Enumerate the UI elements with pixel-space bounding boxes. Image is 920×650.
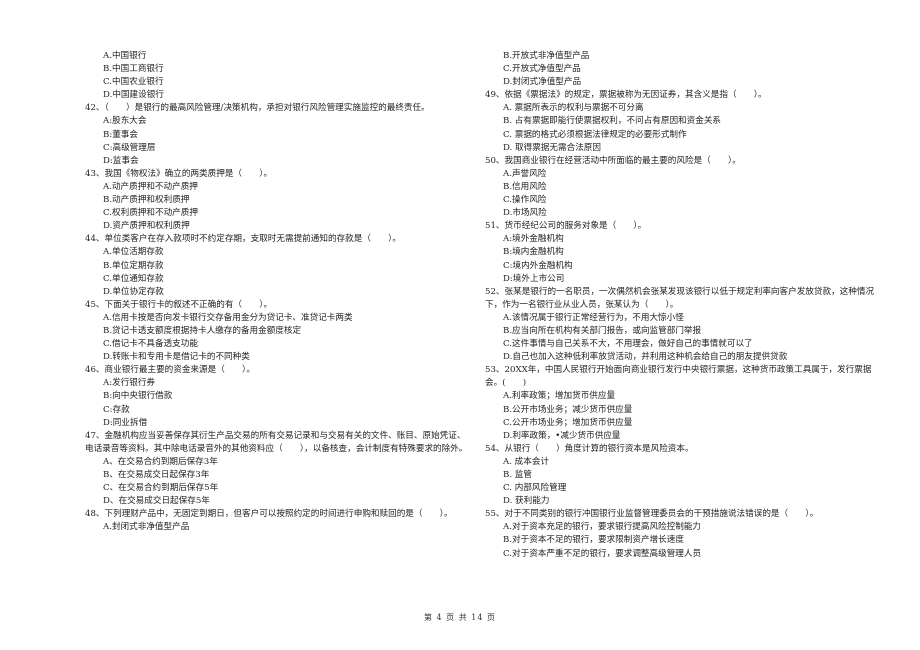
option: D、在交易成交日起保存5年	[103, 496, 210, 507]
option: D.转账卡和专用卡是借记卡的不同种类	[103, 352, 250, 363]
option: A:发行银行券	[103, 378, 156, 389]
option: D.中国建设银行	[103, 90, 164, 101]
option: C:存款	[103, 404, 130, 415]
question-stem: 42、（ ）是银行的最高风险管理/决策机构，承担对银行风险管理实施监控的最终责任…	[85, 103, 430, 114]
option: C.公开市场业务；增加货币供应量	[503, 417, 633, 428]
option: A. 成本会计	[503, 456, 550, 467]
option: D.资产质押和权利质押	[103, 221, 190, 232]
option: B.公开市场业务；减少货币供应量	[503, 404, 633, 415]
question-51: 51、货币经纪公司的服务对象是（ ）。 A:境外金融机构 B:境内金融机构 C:…	[485, 220, 885, 285]
option: C.开放式净值型产品	[503, 64, 581, 75]
question-45: 45、下面关于银行卡的叙述不正确的有（ ）。 A.信用卡按是否向发卡银行交存备用…	[85, 299, 473, 364]
option: C.权利质押和不动产质押	[103, 208, 198, 219]
option: A.信用卡按是否向发卡银行交存备用金分为贷记卡、准贷记卡两类	[103, 312, 353, 323]
option: A.单位活期存款	[103, 247, 164, 258]
option: C、在交易合约到期后保存5年	[103, 483, 219, 494]
question-54: 54、从银行（ ）角度计算的银行资本是风险资本。 A. 成本会计 B. 监管 C…	[485, 443, 885, 508]
question-46: 46、商业银行最主要的资金来源是（ ）。 A:发行银行券 B:向中央银行借款 C…	[85, 364, 473, 429]
question-stem: 47、金融机构应当妥善保存其衍生产品交易的所有交易记录和与交易有关的文件、账目、…	[85, 430, 468, 454]
option: D.封闭式净值型产品	[503, 77, 582, 88]
question-50: 50、我国商业银行在经营活动中所面临的最主要的风险是（ ）。 A.声誉风险 B.…	[485, 155, 885, 220]
option: A.利率政策；增加货币供应量	[503, 391, 616, 402]
option: B.应当向所在机构有关部门报告，或向监管部门举报	[503, 325, 702, 336]
option: B:董事会	[103, 129, 138, 140]
option: D. 取得票据无需合法原因	[503, 142, 601, 153]
question-stem: 50、我国商业银行在经营活动中所面临的最主要的风险是（ ）。	[485, 155, 741, 166]
option: A:境外金融机构	[503, 234, 564, 245]
option: B.开放式非净值型产品	[503, 51, 590, 61]
question-48: 48、下列理财产品中，无固定到期日，但客户可以按照约定的时间进行申购和赎回的是（…	[85, 508, 473, 534]
option: B:境内金融机构	[503, 247, 564, 258]
option: B. 占有票据即能行使票据权利，不问占有原因和资金关系	[503, 116, 722, 127]
option: C.对于资本严重不足的银行，要求调整高级管理人员	[503, 548, 702, 559]
option: A.该情况属于银行正常经营行为，不用大惊小怪	[503, 312, 684, 323]
question-stem: 49、依据《票据法》的规定，票据被称为无因证券，其含义是指（ ）。	[485, 90, 767, 101]
option: B. 监管	[503, 470, 532, 480]
option: C.这件事情与自己关系不大，不用理会，做好自己的事情就可以了	[503, 339, 753, 350]
option: C.单位通知存款	[103, 273, 164, 284]
option: A.封闭式非净值型产品	[103, 522, 190, 533]
option: A.声誉风险	[503, 168, 547, 179]
question-44: 44、单位类客户在存入款项时不约定存期，支取时无需提前通知的存款是（ ）。 A.…	[85, 233, 473, 298]
question-stem: 51、货币经纪公司的服务对象是（ ）。	[485, 221, 647, 232]
question-stem: 55、对于不同类别的银行冲国银行业监督管理委员会的干预措施说法错误的是（ ）。	[485, 509, 819, 520]
option: B.信用风险	[503, 181, 547, 192]
question-stem: 43、我国《物权法》确立的两类质押是（ ）。	[85, 168, 273, 179]
question-stem: 53、20XX年，中国人民银行开始面向商业银行发行中央银行票据，这种货币政策工具…	[485, 365, 872, 389]
option: C.操作风险	[503, 195, 547, 206]
option: A:股东大会	[103, 116, 147, 127]
question-49: 49、依据《票据法》的规定，票据被称为无因证券，其含义是指（ ）。 A. 票据所…	[485, 89, 885, 154]
question-55: 55、对于不同类别的银行冲国银行业监督管理委员会的干预措施说法错误的是（ ）。 …	[485, 508, 885, 560]
option: C:境内外金融机构	[503, 260, 573, 271]
option: A.动产质押和不动产质押	[103, 181, 198, 192]
option: D:同业拆借	[103, 417, 148, 428]
option: B.中国工商银行	[103, 64, 164, 75]
option: D.市场风险	[503, 208, 547, 219]
right-column: B.开放式非净值型产品 C.开放式净值型产品 D.封闭式净值型产品 49、依据《…	[485, 50, 885, 561]
continued-options: B.开放式非净值型产品 C.开放式净值型产品 D.封闭式净值型产品	[485, 50, 885, 89]
question-52: 52、张某是银行的一名职员，一次偶然机会张某发现该银行以低于规定利率向客户发放贷…	[485, 286, 885, 365]
option: A. 票据所表示的权利与票据不可分离	[503, 103, 644, 114]
option: C. 票据的格式必须根据法律规定的必要形式制作	[503, 129, 687, 140]
option: B.动产质押和权利质押	[103, 195, 190, 206]
option: C. 内部风险管理	[503, 483, 567, 494]
option: A.中国银行	[103, 51, 147, 61]
continued-options: A.中国银行 B.中国工商银行 C.中国农业银行 D.中国建设银行	[85, 50, 473, 102]
question-stem: 45、下面关于银行卡的叙述不正确的有（ ）。	[85, 299, 273, 310]
question-stem: 48、下列理财产品中，无固定到期日，但客户可以按照约定的时间进行申购和赎回的是（…	[85, 509, 453, 520]
option: B.贷记卡透支额度根据持卡人缴存的备用金额度核定	[103, 325, 302, 336]
option: B、在交易成交日起保存3年	[103, 470, 210, 480]
option: C.借记卡不具备透支功能	[103, 339, 198, 350]
option: C:高级管理层	[103, 142, 156, 153]
option: D.利率政策，•减少货币供应量	[503, 430, 621, 441]
option: D.单位协定存款	[103, 286, 164, 297]
option: C.中国农业银行	[103, 77, 164, 88]
option: B.单位定期存款	[103, 260, 164, 271]
page-number: 第 4 页 共 14 页	[424, 613, 496, 622]
question-stem: 44、单位类客户在存入款项时不约定存期，支取时无需提前通知的存款是（ ）。	[85, 234, 402, 245]
option: B:向中央银行借款	[103, 391, 173, 402]
question-stem: 46、商业银行最主要的资金来源是（ ）。	[85, 365, 255, 376]
option: D. 获利能力	[503, 496, 550, 507]
question-stem: 54、从银行（ ）角度计算的银行资本是风险资本。	[485, 443, 694, 454]
question-stem: 52、张某是银行的一名职员，一次偶然机会张某发现该银行以低于规定利率向客户发放贷…	[485, 286, 875, 310]
question-53: 53、20XX年，中国人民银行开始面向商业银行发行中央银行票据，这种货币政策工具…	[485, 364, 885, 443]
left-column: A.中国银行 B.中国工商银行 C.中国农业银行 D.中国建设银行 42、（ ）…	[85, 50, 473, 534]
question-47: 47、金融机构应当妥善保存其衍生产品交易的所有交易记录和与交易有关的文件、账目、…	[85, 430, 473, 509]
option: A.对于资本充足的银行，要求银行提高风险控制能力	[503, 522, 702, 533]
option: D:监事会	[103, 155, 139, 166]
option: D:境外上市公司	[503, 273, 565, 284]
question-43: 43、我国《物权法》确立的两类质押是（ ）。 A.动产质押和不动产质押 B.动产…	[85, 168, 473, 233]
option: B.对于资本不足的银行，要求限制资产增长速度	[503, 535, 684, 546]
option: D.自己也加入这种低利率放贷活动，并利用这种机会给自己的朋友提供贷款	[503, 352, 788, 363]
question-42: 42、（ ）是银行的最高风险管理/决策机构，承担对银行风险管理实施监控的最终责任…	[85, 102, 473, 167]
option: A、在交易合约到期后保存3年	[103, 456, 218, 467]
